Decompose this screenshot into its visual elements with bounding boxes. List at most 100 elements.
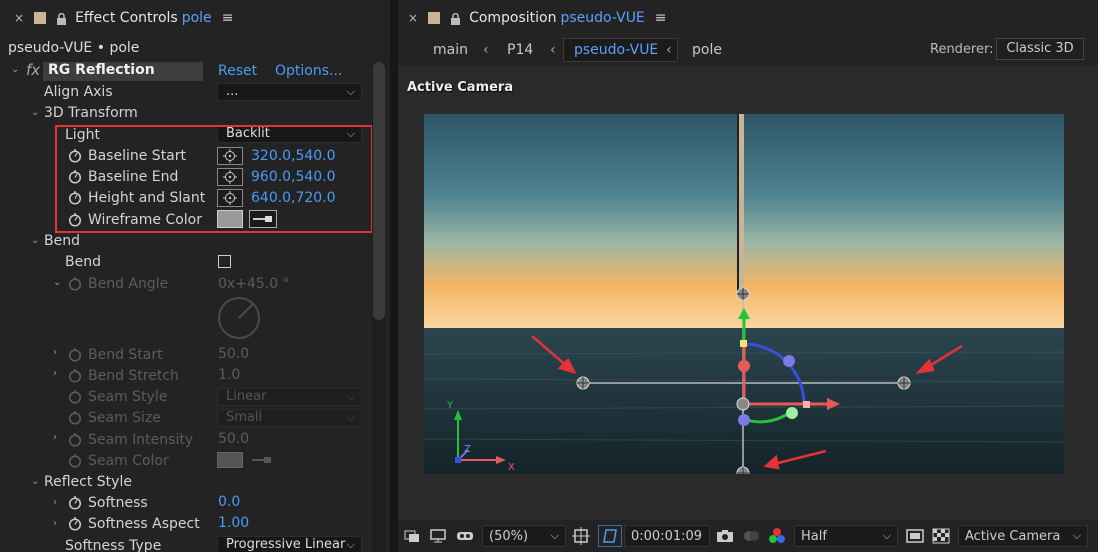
gizmo-pink-square[interactable] [803, 401, 810, 408]
panel-menu-icon[interactable]: ≡ [655, 10, 667, 26]
bend-checkbox[interactable] [218, 255, 231, 268]
scene-render [424, 114, 1064, 474]
expand-bend-icon[interactable]: ⌄ [31, 235, 41, 246]
bend-angle-label: Bend Angle [88, 276, 169, 292]
baseline-end-handle[interactable] [897, 376, 911, 390]
pole-top-handle[interactable] [736, 287, 750, 301]
show-snapshot-icon[interactable] [742, 525, 760, 547]
gizmo-blue-dot-lower[interactable] [738, 414, 750, 426]
expand-bend-stretch-icon[interactable]: › [53, 368, 63, 379]
gizmo-blue-dot[interactable] [783, 355, 795, 367]
align-axis-label: Align Axis [44, 84, 113, 100]
timecode-display[interactable]: 0:00:01:09 [624, 525, 710, 547]
chevron-down-icon: ⌵ [1072, 529, 1081, 542]
options-link[interactable]: Options... [275, 63, 342, 79]
stopwatch-icon [68, 390, 82, 404]
softness-aspect-label: Softness Aspect [88, 516, 200, 532]
expand-seam-intensity-icon[interactable]: › [53, 432, 63, 443]
chevron-down-icon: ⌵ [346, 390, 355, 403]
close-tab-icon[interactable]: × [408, 11, 418, 25]
fast-preview-icon[interactable] [906, 525, 924, 547]
lock-icon[interactable] [450, 12, 461, 25]
vr-mask-icon[interactable] [456, 525, 474, 547]
softness-value[interactable]: 0.0 [218, 494, 240, 510]
seam-color-swatch [217, 452, 243, 468]
panel-color-swatch [428, 12, 441, 24]
breadcrumb-pseudo-vue[interactable]: pseudo-VUE [574, 38, 658, 62]
stopwatch-icon[interactable] [68, 516, 82, 531]
axis-origin [455, 457, 461, 463]
stopwatch-icon [68, 348, 82, 362]
panel-title: Composition [469, 10, 557, 26]
bend-stretch-label: Bend Stretch [88, 368, 179, 384]
transparency-grid-icon[interactable] [598, 525, 622, 547]
expand-reflect-style-icon[interactable]: ⌄ [31, 476, 41, 487]
effect-header-row: ⌄ fx RG Reflection Reset Options... [0, 61, 372, 82]
effect-name[interactable]: RG Reflection [48, 62, 155, 78]
zoom-dropdown[interactable]: (50%) ⌵ [482, 525, 566, 547]
view-dropdown[interactable]: Active Camera ⌵ [958, 525, 1088, 547]
checkerboard-icon[interactable] [932, 525, 950, 547]
stopwatch-icon [68, 411, 82, 425]
pole [739, 114, 744, 294]
expand-effect-icon[interactable]: ⌄ [11, 64, 21, 75]
stopwatch-icon[interactable] [68, 495, 82, 510]
camera-snapshot-icon[interactable] [716, 525, 734, 547]
axis-z-label: Z [464, 444, 471, 455]
gizmo-green-dot[interactable] [786, 407, 798, 419]
anchor-handle[interactable] [736, 397, 750, 411]
expand-softness-icon[interactable]: › [53, 497, 63, 508]
bend-start-value: 50.0 [218, 346, 250, 362]
baseline-start-handle[interactable] [576, 376, 590, 390]
resolution-dropdown[interactable]: Half ⌵ [794, 525, 898, 547]
channel-icon[interactable] [768, 525, 786, 547]
seam-intensity-value: 50.0 [218, 431, 250, 447]
seam-size-dropdown: Small ⌵ [217, 409, 362, 427]
region-icon[interactable] [572, 525, 590, 547]
panel-title: Effect Controls [75, 10, 178, 26]
chevron-down-icon: ⌵ [346, 85, 355, 98]
breadcrumb-p14[interactable]: P14 [507, 38, 533, 62]
bend-stretch-value: 1.0 [218, 367, 241, 383]
breadcrumb-pole[interactable]: pole [692, 38, 722, 62]
gizmo-yellow-square[interactable] [740, 340, 747, 347]
fx-icon[interactable]: fx [26, 61, 40, 79]
stopwatch-icon [68, 433, 82, 447]
expand-bend-start-icon[interactable]: › [53, 347, 63, 358]
stopwatch-icon [68, 277, 82, 291]
gizmo-red-dot[interactable] [738, 360, 750, 372]
seam-style-label: Seam Style [88, 389, 168, 405]
bend-angle-value: 0x+45.0 ° [218, 276, 290, 292]
viewer-toolbar: (50%) ⌵ 0:00:01:09 Half ⌵ Active Camera ⌵ [398, 520, 1098, 552]
expand-3d-transform-icon[interactable]: ⌄ [31, 107, 41, 118]
chevron-down-icon: ⌵ [346, 538, 355, 551]
panel-menu-icon[interactable]: ≡ [222, 10, 234, 26]
3d-transform-group[interactable]: 3D Transform [44, 105, 138, 121]
scrollbar-thumb[interactable] [373, 62, 385, 320]
effect-controls-tab[interactable]: × Effect Controls pole ≡ [14, 0, 233, 36]
expand-bend-angle-icon[interactable]: ⌄ [53, 277, 63, 288]
axis-y-label: Y [447, 400, 454, 411]
always-preview-icon[interactable] [404, 525, 420, 547]
bend-group[interactable]: Bend [44, 233, 80, 249]
panel-divider[interactable] [390, 0, 398, 552]
composition-viewer[interactable]: Y Z X [424, 114, 1064, 474]
breadcrumb-main[interactable]: main [433, 38, 468, 62]
expand-softness-aspect-icon[interactable]: › [53, 518, 63, 529]
softness-type-value: Progressive Linear [226, 537, 346, 552]
angle-dial [218, 297, 260, 339]
lock-icon[interactable] [56, 12, 67, 25]
close-tab-icon[interactable]: × [14, 11, 24, 25]
softness-type-dropdown[interactable]: Progressive Linear ⌵ [217, 536, 362, 552]
effect-controls-panel: × Effect Controls pole ≡ pseudo-VUE • po… [0, 0, 390, 552]
composition-tab[interactable]: × Composition pseudo-VUE ≡ [408, 0, 667, 36]
seam-size-label: Seam Size [88, 410, 161, 426]
height-slant-handle[interactable] [736, 466, 750, 474]
axis-x-label: X [508, 462, 515, 473]
monitor-icon[interactable] [430, 525, 446, 547]
softness-aspect-value[interactable]: 1.00 [218, 515, 249, 531]
reset-link[interactable]: Reset [218, 63, 257, 79]
renderer-button[interactable]: Classic 3D [996, 38, 1084, 60]
reflect-style-group[interactable]: Reflect Style [44, 474, 132, 490]
align-axis-dropdown[interactable]: ... ⌵ [217, 83, 362, 101]
